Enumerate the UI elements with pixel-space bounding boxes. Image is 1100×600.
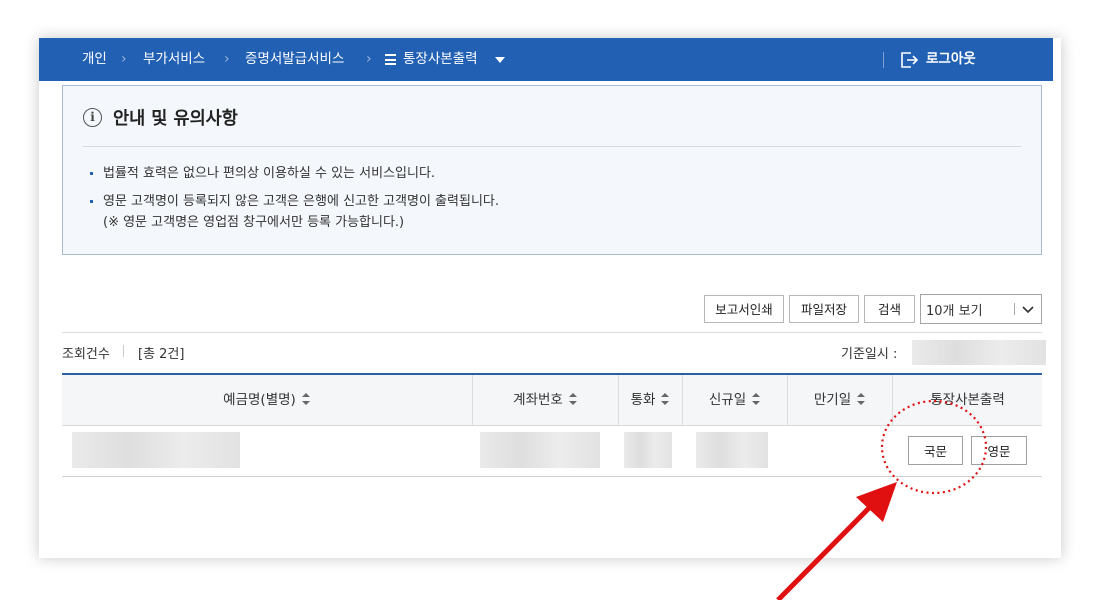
- count-divider: [123, 345, 124, 357]
- print-report-button[interactable]: 보고서인쇄: [704, 295, 784, 323]
- breadcrumb-passbook-copy[interactable]: 통장사본출력: [403, 38, 478, 81]
- select-divider: [1014, 303, 1015, 315]
- table-header: 예금명(별명) 계좌번호 통화 신규일 만기일 통장사본출력: [62, 375, 1042, 426]
- result-count-label: 조회건수: [62, 347, 110, 362]
- dropdown-caret-icon[interactable]: [495, 57, 505, 63]
- column-header-passbook-print: 통장사본출력: [930, 392, 1005, 408]
- info-icon: i: [83, 108, 102, 127]
- logout-icon[interactable]: [899, 50, 919, 70]
- top-navigation-bar: 개인 › 부가서비스 › 증명서발급서비스 › 통장사본출력 로그아웃: [39, 38, 1053, 81]
- base-date-value-redacted: [912, 340, 1046, 365]
- bullet-icon: [90, 200, 93, 203]
- save-file-button[interactable]: 파일저장: [789, 295, 859, 323]
- breadcrumb-personal[interactable]: 개인: [82, 38, 107, 81]
- notice-box: i 안내 및 유의사항 법률적 효력은 없으나 편의상 이용하실 수 있는 서비…: [62, 85, 1042, 255]
- search-button[interactable]: 검색: [864, 295, 915, 323]
- column-header-currency[interactable]: 통화: [619, 375, 682, 425]
- column-header-maturity-date[interactable]: 만기일: [788, 375, 892, 425]
- column-header-account-number[interactable]: 계좌번호: [473, 375, 618, 425]
- column-header-account-name[interactable]: 예금명(별명): [62, 375, 472, 425]
- sort-icon[interactable]: [752, 393, 761, 405]
- notice-title: 안내 및 유의사항: [113, 109, 238, 129]
- breadcrumb-certificate-services[interactable]: 증명서발급서비스: [245, 38, 344, 81]
- page-frame: 개인 › 부가서비스 › 증명서발급서비스 › 통장사본출력 로그아웃 i 안내…: [39, 38, 1061, 558]
- account-number-redacted: [480, 432, 600, 468]
- bullet-icon: [90, 172, 93, 175]
- breadcrumb-separator-icon: ›: [224, 51, 230, 67]
- table-row-border: [62, 476, 1042, 477]
- currency-redacted: [624, 432, 672, 468]
- notice-item-text: 법률적 효력은 없으나 편의상 이용하실 수 있는 서비스입니다.: [103, 166, 436, 181]
- notice-item-note: (※ 영문 고객명은 영업점 창구에서만 등록 가능합니다.): [103, 215, 405, 230]
- english-print-button[interactable]: 영문: [971, 436, 1027, 465]
- open-date-redacted: [696, 432, 768, 468]
- chevron-down-icon: [1022, 306, 1034, 314]
- menu-icon[interactable]: [385, 54, 396, 65]
- notice-item: 영문 고객명이 등록되지 않은 고객은 은행에 신고한 고객명이 출력됩니다.: [90, 191, 499, 212]
- base-date-label: 기준일시 :: [841, 347, 898, 362]
- column-header-open-date[interactable]: 신규일: [683, 375, 787, 425]
- korean-print-button[interactable]: 국문: [908, 436, 963, 465]
- page-size-value: 10개 보기: [926, 304, 983, 319]
- sort-icon[interactable]: [857, 393, 866, 405]
- notice-item-text: 영문 고객명이 등록되지 않은 고객은 은행에 신고한 고객명이 출력됩니다.: [103, 194, 499, 209]
- nav-divider: [883, 52, 884, 68]
- page-size-select[interactable]: 10개 보기: [920, 294, 1042, 324]
- result-count-value: [총 2건]: [138, 347, 185, 362]
- notice-item: 법률적 효력은 없으나 편의상 이용하실 수 있는 서비스입니다.: [90, 163, 436, 184]
- breadcrumb-separator-icon: ›: [121, 51, 127, 67]
- sort-icon[interactable]: [661, 393, 670, 405]
- account-name-redacted: [72, 432, 240, 468]
- breadcrumb-separator-icon: ›: [366, 51, 372, 67]
- logout-button[interactable]: 로그아웃: [926, 38, 976, 81]
- breadcrumb-additional-services[interactable]: 부가서비스: [143, 38, 205, 81]
- sort-icon[interactable]: [301, 393, 311, 405]
- sort-icon[interactable]: [568, 393, 578, 405]
- divider: [62, 332, 1042, 333]
- notice-divider: [83, 146, 1021, 147]
